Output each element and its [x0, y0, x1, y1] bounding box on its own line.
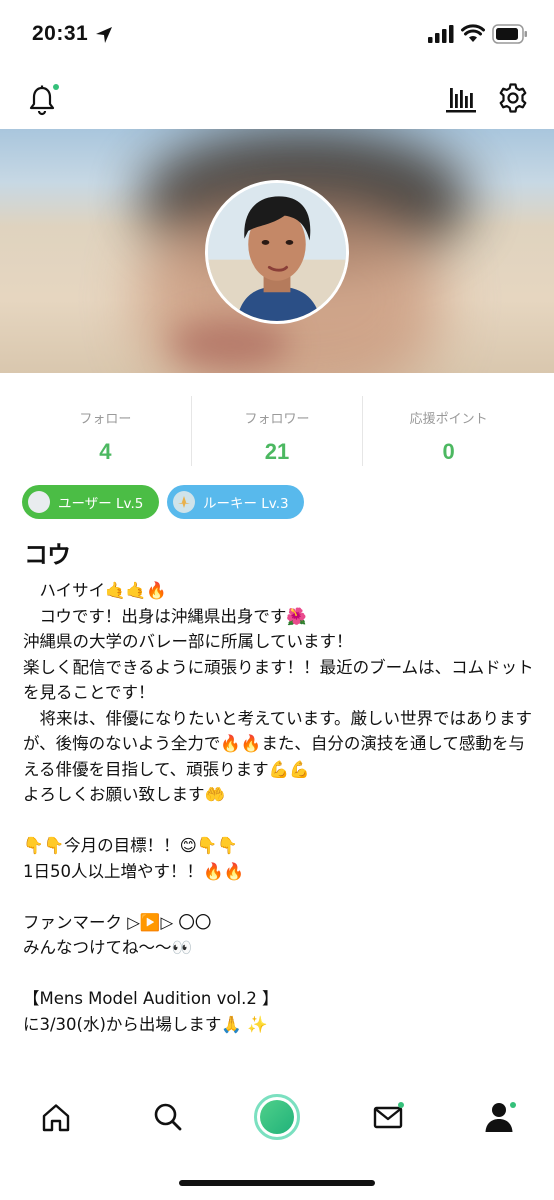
top-toolbar: [0, 70, 554, 128]
bio-line: ハイサイ🤙🤙🔥: [23, 581, 167, 600]
live-button[interactable]: [254, 1094, 300, 1140]
avatar[interactable]: [205, 180, 349, 324]
bio-line: ファンマーク ▷▶️▷ 〇〇: [23, 912, 212, 932]
bio-line: 【Mens Model Audition vol.2 】: [23, 989, 279, 1008]
rookie-level-badge[interactable]: ルーキー Lv.3: [167, 485, 304, 519]
bio-line: よろしくお願い致します🤲: [23, 785, 226, 804]
bio-line: [23, 884, 535, 910]
rookie-badge-icon: [173, 491, 195, 513]
notification-dot: [53, 84, 59, 90]
level-badges: ユーザー Lv.5 ルーキー Lv.3: [22, 485, 304, 519]
profile-cover-image: [0, 129, 554, 373]
battery-icon: [492, 24, 527, 44]
search-icon[interactable]: [152, 1101, 184, 1133]
live-icon: [260, 1100, 294, 1134]
status-bar: 20:31: [0, 0, 554, 70]
bio-line: 将来は、俳優になりたいと考えています。厳しい世界ではありますが、後悔のないよう全…: [23, 708, 533, 779]
signal-icon: [428, 25, 454, 43]
gear-icon[interactable]: [497, 82, 529, 114]
badge-label: ルーキー Lv.3: [203, 496, 289, 512]
location-arrow-icon: [96, 27, 112, 43]
profile-bio: ハイサイ🤙🤙🔥 コウです！出身は沖縄県出身です🌺 沖縄県の大学のバレー部に所属し…: [23, 578, 535, 1037]
home-indicator: [179, 1180, 375, 1186]
status-time: 20:31: [32, 22, 89, 45]
bio-line: [23, 808, 535, 834]
home-icon[interactable]: [40, 1102, 72, 1134]
stat-value: 0: [442, 439, 455, 464]
bio-line: コウです！出身は沖縄県出身です🌺: [23, 606, 307, 626]
badge-label: ユーザー Lv.5: [58, 496, 144, 512]
stat-label: フォロー: [79, 412, 132, 427]
profile-notification-dot: [510, 1102, 516, 1108]
bio-line: みんなつけてね〜〜👀: [23, 938, 193, 957]
bio-line: 1日50人以上増やす！！🔥🔥: [23, 861, 245, 881]
bio-line: 楽しく配信できるように頑張ります！！最近のブームは、コムドットを見ることです！: [23, 657, 534, 703]
bio-line: 沖縄県の大学のバレー部に所属しています！: [23, 632, 353, 651]
stat-following[interactable]: フォロー 4: [20, 396, 191, 466]
stat-value: 4: [99, 439, 112, 464]
stat-followers[interactable]: フォロワー 21: [190, 396, 363, 466]
stats-icon[interactable]: [445, 84, 477, 114]
stat-label: フォロワー: [244, 412, 310, 427]
bio-line: 👇👇今月の目標！！😊👇👇: [23, 836, 238, 855]
bio-line: [23, 961, 535, 987]
stats-row: フォロー 4 フォロワー 21 応援ポイント 0: [20, 396, 534, 466]
stat-label: 応援ポイント: [409, 412, 488, 427]
bio-line: に3/30(水)から出場します🙏 ✨: [23, 1014, 268, 1034]
stat-value: 21: [264, 439, 290, 464]
stat-support-points[interactable]: 応援ポイント 0: [362, 396, 534, 466]
profile-name: コウ: [24, 541, 72, 569]
mail-notification-dot: [398, 1102, 404, 1108]
user-level-badge[interactable]: ユーザー Lv.5: [22, 485, 159, 519]
user-badge-icon: [28, 491, 50, 513]
wifi-icon: [461, 24, 485, 42]
